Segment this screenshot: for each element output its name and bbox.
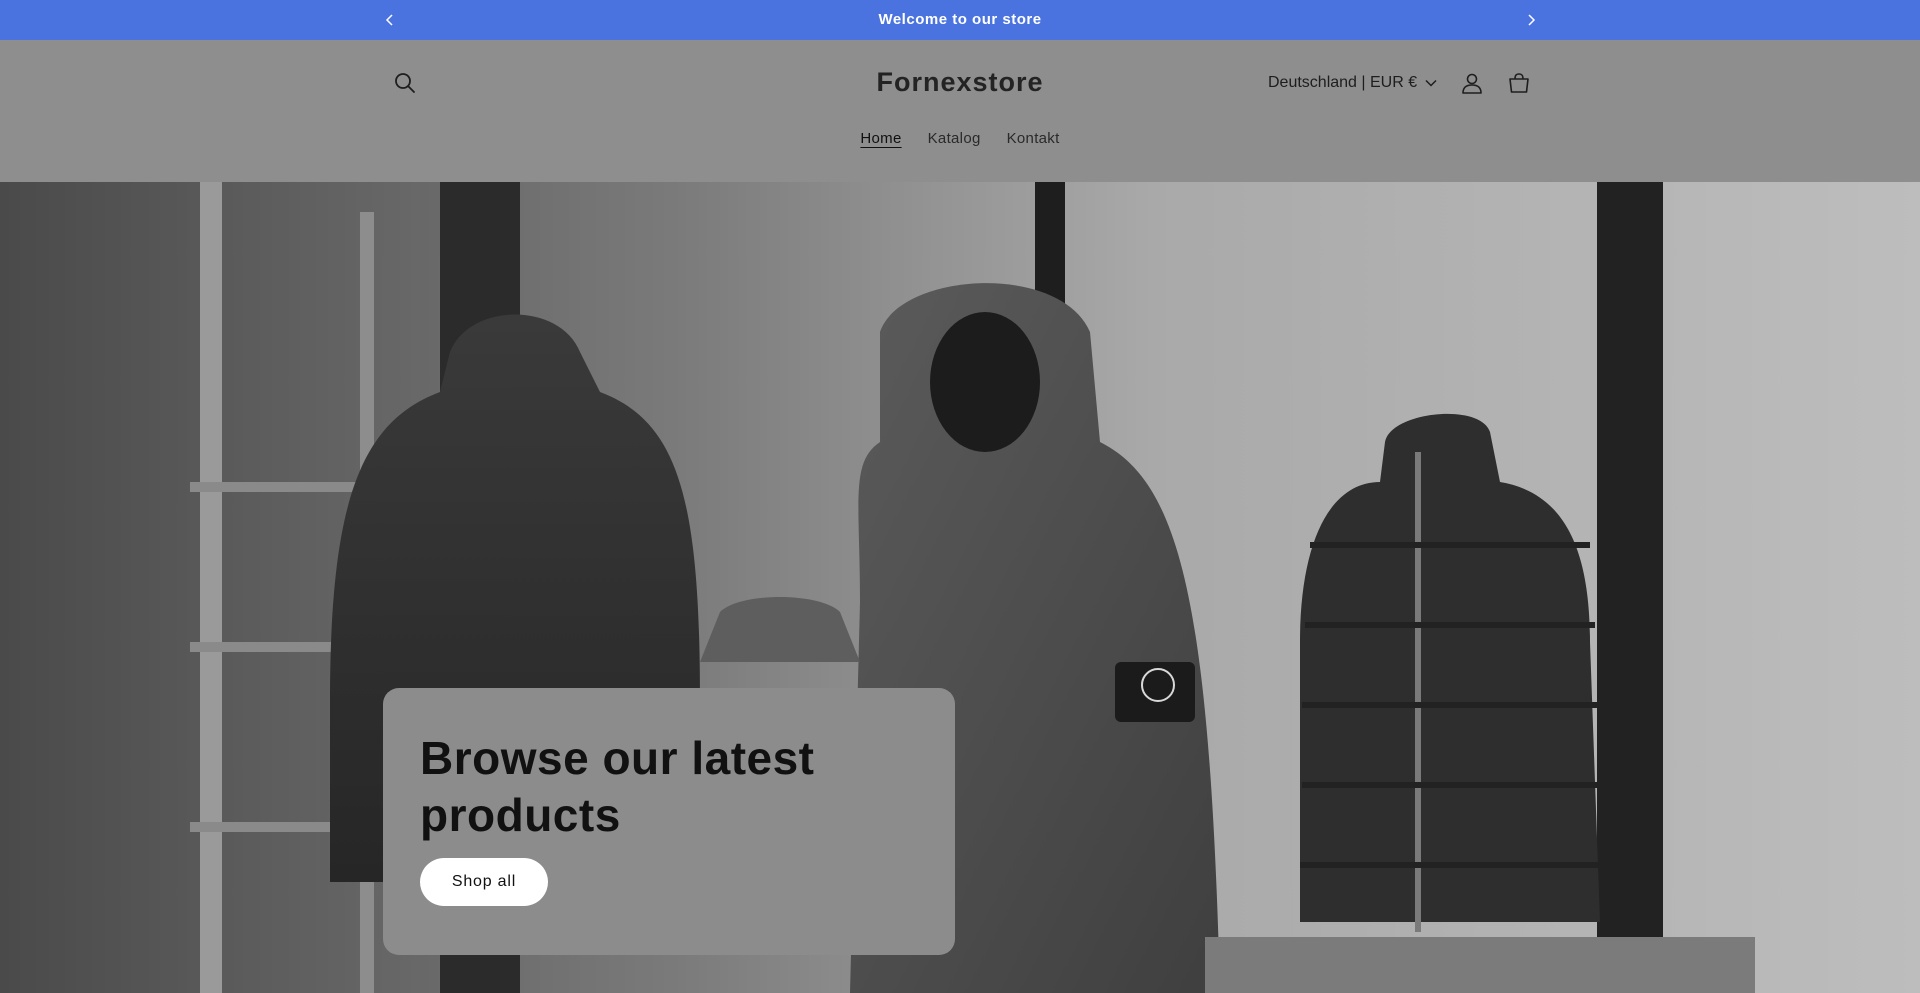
- chevron-right-icon: [1528, 14, 1536, 26]
- search-icon: [395, 73, 415, 93]
- account-icon: [1462, 73, 1482, 94]
- country-selector[interactable]: Deutschland | EUR €: [1268, 68, 1437, 98]
- hero-image: [0, 182, 1920, 993]
- cart-icon: [1509, 73, 1529, 93]
- nav-item-katalog[interactable]: Katalog: [928, 126, 981, 152]
- hero-heading: Browse our latest products: [420, 732, 815, 841]
- announcement-text: Welcome to our store: [878, 11, 1042, 28]
- nav-item-home[interactable]: Home: [860, 126, 901, 152]
- site-header: Fornexstore Deutschland | EUR € Home Kat…: [0, 40, 1920, 182]
- nav-item-kontakt[interactable]: Kontakt: [1007, 126, 1060, 152]
- hero-content-card: Browse our latest products Shop all: [383, 688, 955, 955]
- announcement-bar: Welcome to our store: [0, 0, 1920, 40]
- country-selector-label: Deutschland | EUR €: [1268, 74, 1418, 91]
- store-logo[interactable]: Fornexstore: [760, 64, 1160, 100]
- hero-banner: Browse our latest products Shop all: [0, 182, 1920, 993]
- main-nav: Home Katalog Kontakt: [0, 126, 1920, 152]
- announcement-next-button[interactable]: [1521, 10, 1541, 30]
- chevron-down-icon: [1425, 79, 1437, 87]
- shop-all-button[interactable]: Shop all: [420, 858, 548, 906]
- search-button[interactable]: [390, 68, 420, 98]
- cart-button[interactable]: [1504, 68, 1534, 98]
- account-button[interactable]: [1457, 68, 1487, 98]
